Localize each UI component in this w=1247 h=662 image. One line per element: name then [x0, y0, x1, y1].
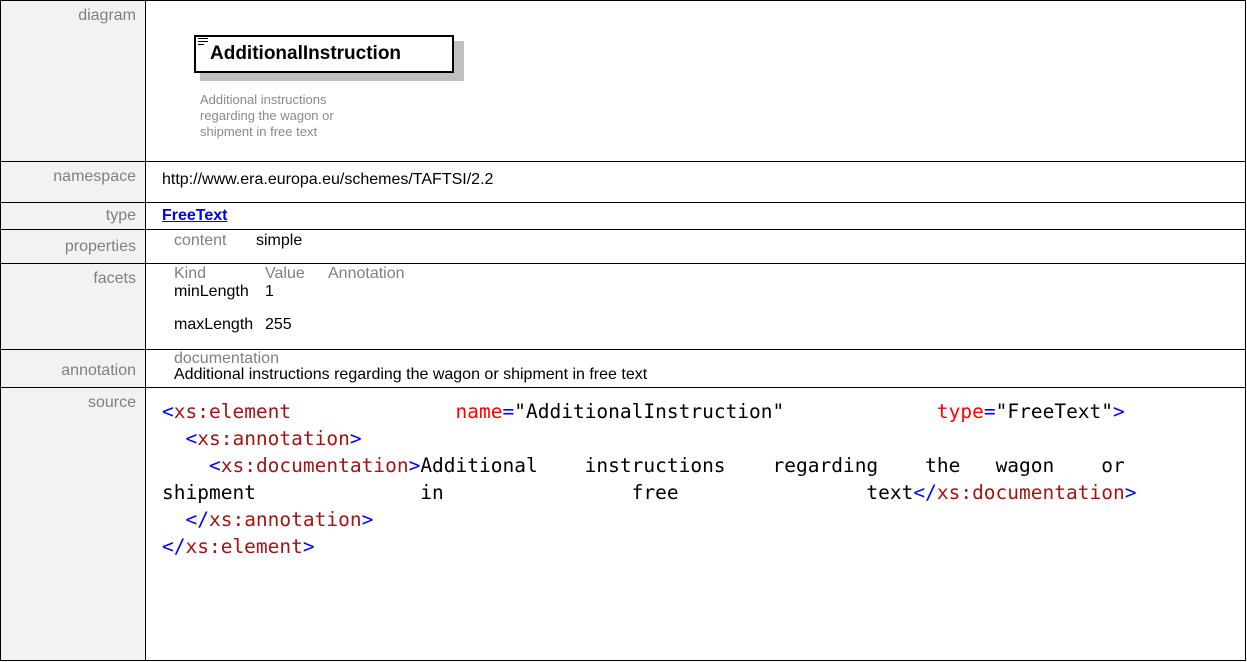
element-name: AdditionalInstruction — [210, 43, 402, 64]
facet-header-kind: Kind — [174, 265, 207, 282]
facet-header-value: Value — [265, 265, 305, 282]
property-value: simple — [256, 232, 303, 249]
row-properties: properties content simple — [0, 229, 1246, 264]
schema-diagram: AdditionalInstruction Additional instruc… — [162, 7, 1245, 157]
facet-kind: minLength — [174, 283, 249, 300]
source-code: <xs:element name="AdditionalInstruction"… — [162, 400, 1137, 558]
label-diagram: diagram — [0, 0, 146, 162]
facets-cell: Kind Value Annotation minLength 1 maxLen… — [145, 263, 1246, 350]
properties-cell: content simple — [145, 229, 1246, 264]
facets-grid: Kind Value Annotation minLength 1 maxLen… — [174, 266, 1245, 336]
simple-content-icon — [198, 38, 208, 47]
label-source: source — [0, 387, 146, 661]
doc-line: shipment in free text — [200, 124, 318, 139]
namespace-value: http://www.era.europa.eu/schemes/TAFTSI/… — [145, 161, 1246, 203]
label-namespace: namespace — [0, 161, 146, 203]
row-type: type FreeText — [0, 202, 1246, 230]
doc-line: regarding the wagon or — [200, 108, 334, 123]
element-doc-table: diagram AdditionalInstruction Additional… — [0, 0, 1246, 661]
annotation-head: documentation — [174, 350, 279, 367]
label-properties: properties — [0, 229, 146, 264]
facet-value: 255 — [265, 316, 292, 333]
row-diagram: diagram AdditionalInstruction Additional… — [0, 0, 1246, 162]
facet-value: 1 — [265, 283, 274, 300]
type-cell: FreeText — [145, 202, 1246, 230]
facet-header-annotation: Annotation — [328, 265, 405, 282]
doc-line: Additional instructions — [200, 92, 327, 107]
row-namespace: namespace http://www.era.europa.eu/schem… — [0, 161, 1246, 203]
row-annotation: annotation documentation Additional inst… — [0, 349, 1246, 388]
label-type: type — [0, 202, 146, 230]
row-facets: facets Kind Value Annotation minLength 1… — [0, 263, 1246, 350]
property-key: content — [174, 232, 227, 249]
facet-kind: maxLength — [174, 316, 254, 333]
annotation-cell: documentation Additional instructions re… — [145, 349, 1246, 388]
element-box[interactable]: AdditionalInstruction — [194, 35, 454, 73]
label-facets: facets — [0, 263, 146, 350]
annotation-text: Additional instructions regarding the wa… — [174, 366, 648, 383]
type-link[interactable]: FreeText — [162, 207, 228, 224]
diagram-cell: AdditionalInstruction Additional instruc… — [145, 0, 1246, 162]
label-annotation: annotation — [0, 349, 146, 388]
element-doc-text: Additional instructions regarding the wa… — [200, 92, 410, 140]
row-source: source <xs:element name="AdditionalInstr… — [0, 387, 1246, 661]
source-cell: <xs:element name="AdditionalInstruction"… — [145, 387, 1246, 661]
